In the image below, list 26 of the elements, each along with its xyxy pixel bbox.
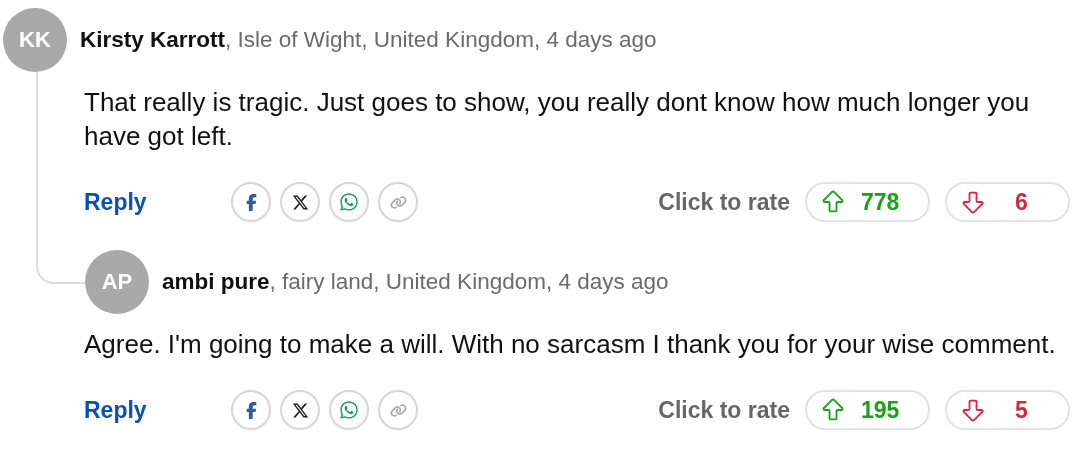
downvote-button[interactable]: 6 (945, 182, 1070, 222)
link-icon (389, 401, 407, 419)
comment-byline: ambi pure, fairy land, United Kingdom, 4 days ago (162, 269, 669, 295)
upvote-button[interactable]: 195 (805, 390, 930, 430)
comment-text: That really is tragic. Just goes to show, you really dont know how much longer you have got left. (84, 86, 1031, 153)
link-icon (389, 193, 407, 211)
whatsapp-icon (339, 400, 359, 420)
x-share-button[interactable] (280, 182, 320, 222)
whatsapp-share-button[interactable] (329, 390, 369, 430)
facebook-share-button[interactable] (231, 182, 271, 222)
user-avatar: AP (85, 250, 149, 314)
whatsapp-icon (339, 192, 359, 212)
rate-label: Click to rate (658, 396, 790, 424)
rate-label: Click to rate (658, 188, 790, 216)
comment-byline: Kirsty Karrott, Isle of Wight, United Kingdom, 4 days ago (80, 27, 657, 53)
reply-link[interactable]: Reply (84, 396, 231, 424)
comment-text: Agree. I'm going to make a will. With no sarcasm I thank you for your wise comment. (84, 328, 1057, 361)
facebook-share-button[interactable] (231, 390, 271, 430)
x-icon (291, 401, 309, 419)
reply-link[interactable]: Reply (84, 188, 231, 216)
upvote-button[interactable]: 778 (805, 182, 930, 222)
whatsapp-share-button[interactable] (329, 182, 369, 222)
user-avatar: KK (3, 8, 67, 72)
x-icon (291, 193, 309, 211)
downvote-button[interactable]: 5 (945, 390, 1070, 430)
x-share-button[interactable] (280, 390, 320, 430)
